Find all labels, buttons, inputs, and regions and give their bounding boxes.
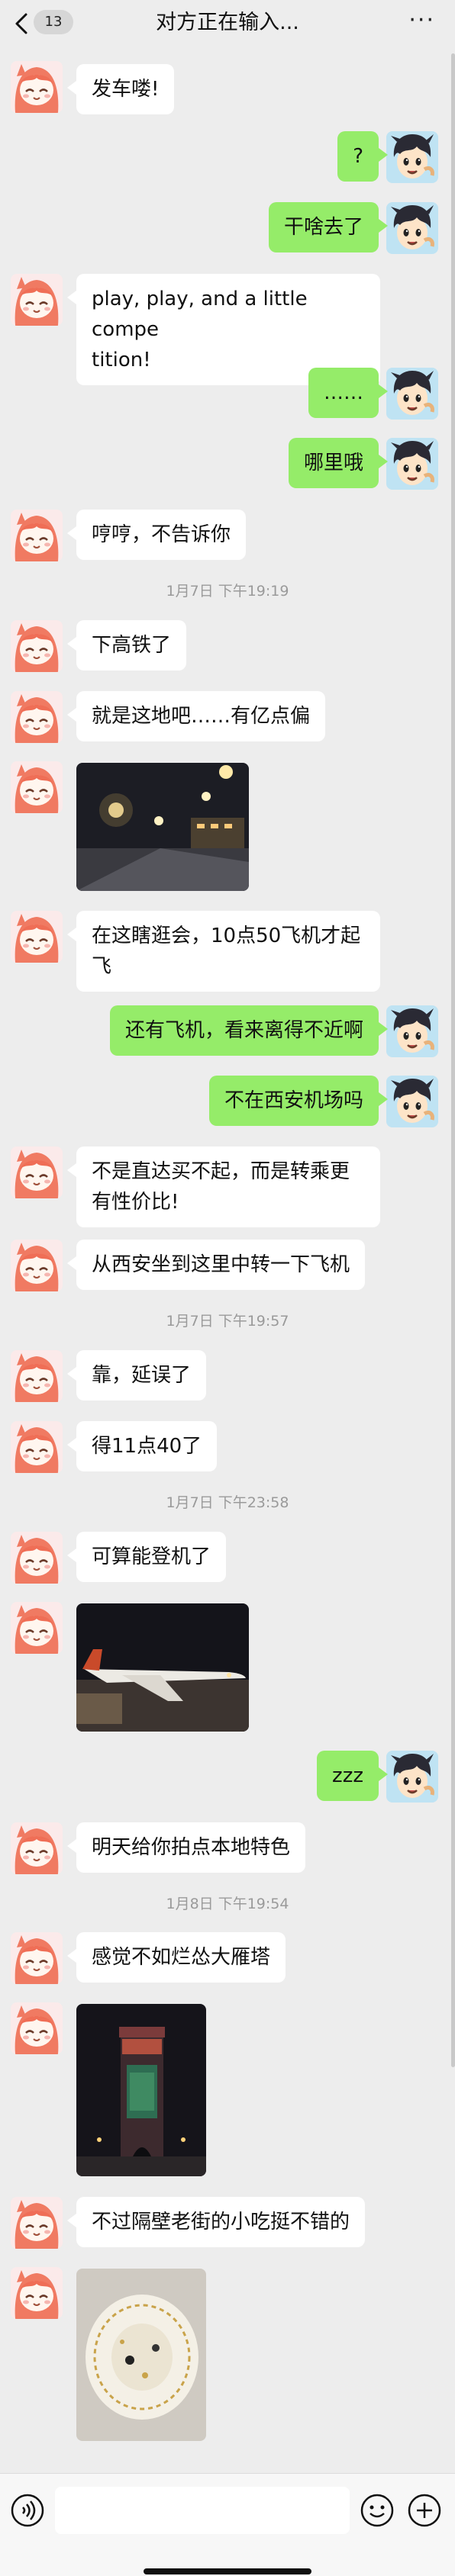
voice-button[interactable] [9,2492,46,2529]
contact-avatar[interactable] [11,510,63,561]
navigation-bar: 13 对方正在输入... ··· [0,0,455,47]
message-bubble[interactable]: 在这瞎逛会，10点50飞机才起 飞 [67,911,380,992]
message-bubble[interactable]: …… [308,368,388,418]
voice-icon [11,2494,44,2527]
contact-avatar[interactable] [11,1602,63,1654]
girl-avatar-icon [11,1421,63,1473]
message-bubble[interactable]: 还有飞机，看来离得不近啊 [109,1005,389,1056]
contact-avatar[interactable] [11,691,63,743]
boy-avatar-icon [386,368,438,420]
contact-avatar[interactable] [11,1146,63,1198]
photo-bell-tower[interactable] [76,2004,206,2176]
girl-avatar-icon [11,1146,63,1198]
girl-avatar-icon [11,1822,63,1874]
more-functions-button[interactable] [406,2492,443,2529]
contact-avatar[interactable] [11,2267,63,2319]
message-bubble[interactable]: zzz [317,1751,388,1801]
message-bubble[interactable]: 发车喽! [66,64,175,114]
girl-avatar-icon [11,911,63,963]
self-avatar[interactable] [386,131,438,183]
timestamp: 1月7日 下午23:58 [166,1494,289,1511]
self-avatar[interactable] [386,438,438,490]
chat-title: 对方正在输入... [156,11,299,34]
self-avatar[interactable] [386,202,438,254]
girl-avatar-icon [11,61,63,113]
self-avatar[interactable] [386,368,438,420]
contact-avatar[interactable] [11,2197,63,2249]
girl-avatar-icon [11,1350,63,1402]
self-avatar[interactable] [386,1076,438,1127]
photo-airplane[interactable] [76,1603,249,1732]
contact-avatar[interactable] [11,1932,63,1984]
self-avatar[interactable] [386,1005,438,1057]
message-bubble[interactable]: 从西安坐到这里中转一下飞机 [66,1240,366,1290]
photo-food-plate[interactable] [76,2269,206,2441]
timestamp: 1月7日 下午19:19 [166,583,289,600]
message-list[interactable]: 发车喽! ? 干啥去了 play, play, and a little com… [0,47,455,2473]
girl-avatar-icon [11,274,63,326]
self-avatar[interactable] [386,1751,438,1803]
contact-avatar[interactable] [11,1240,63,1291]
emoji-icon [360,2494,394,2527]
contact-avatar[interactable] [11,2002,63,2054]
message-bubble[interactable]: ? [337,131,388,182]
boy-avatar-icon [386,438,438,490]
contact-avatar[interactable] [11,911,63,963]
message-bubble[interactable]: 哼哼，不告诉你 [66,510,247,560]
girl-avatar-icon [11,761,63,813]
plus-icon [408,2494,441,2527]
girl-avatar-icon [11,1240,63,1291]
scrollbar[interactable] [451,53,455,2067]
home-indicator[interactable] [144,2568,311,2574]
message-bubble[interactable]: 感觉不如烂怂大雁塔 [66,1932,286,1983]
message-bubble[interactable]: 得11点40了 [66,1421,218,1471]
boy-avatar-icon [386,131,438,183]
girl-avatar-icon [11,620,63,672]
contact-avatar[interactable] [11,1350,63,1402]
girl-avatar-icon [11,1932,63,1984]
message-bubble[interactable]: 不是直达买不起，而是转乘更 有性价比! [67,1146,380,1227]
more-button[interactable]: ··· [408,9,435,32]
timestamp: 1月7日 下午19:57 [166,1313,289,1330]
girl-avatar-icon [11,2002,63,2054]
girl-avatar-icon [11,2197,63,2249]
contact-avatar[interactable] [11,61,63,113]
girl-avatar-icon [11,1532,63,1584]
message-bubble[interactable]: 可算能登机了 [66,1532,227,1582]
boy-avatar-icon [386,1751,438,1803]
boy-avatar-icon [386,1076,438,1127]
message-bubble[interactable]: 不过隔壁老街的小吃挺不错的 [66,2197,366,2247]
contact-avatar[interactable] [11,1532,63,1584]
timestamp: 1月8日 下午19:54 [166,1896,289,1912]
message-bubble[interactable]: 下高铁了 [66,620,187,671]
photo-night-street[interactable] [76,763,249,891]
input-toolbar [0,2473,455,2576]
message-bubble[interactable]: 靠，延误了 [66,1350,207,1401]
girl-avatar-icon [11,1602,63,1654]
contact-avatar[interactable] [11,761,63,813]
boy-avatar-icon [386,202,438,254]
girl-avatar-icon [11,2267,63,2319]
message-bubble[interactable]: 不在西安机场吗 [208,1076,389,1126]
girl-avatar-icon [11,691,63,743]
message-bubble[interactable]: 明天给你拍点本地特色 [66,1822,306,1873]
boy-avatar-icon [386,1005,438,1057]
message-input[interactable] [55,2487,350,2534]
message-bubble[interactable]: 哪里哦 [288,438,389,488]
contact-avatar[interactable] [11,1421,63,1473]
message-bubble[interactable]: 就是这地吧……有亿点偏 [66,691,326,741]
contact-avatar[interactable] [11,620,63,672]
girl-avatar-icon [11,510,63,561]
emoji-button[interactable] [359,2492,395,2529]
message-bubble[interactable]: 干啥去了 [268,202,389,252]
contact-avatar[interactable] [11,1822,63,1874]
contact-avatar[interactable] [11,274,63,326]
